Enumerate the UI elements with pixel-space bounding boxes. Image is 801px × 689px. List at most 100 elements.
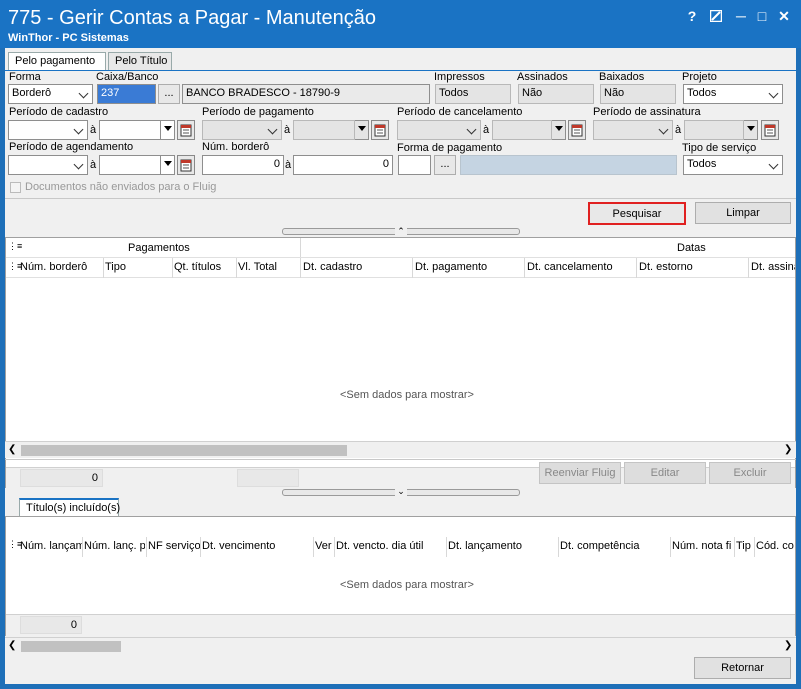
col-num-lancamento[interactable]: Núm. lançam: [20, 540, 82, 552]
col-nf-servico[interactable]: NF serviço: [148, 540, 200, 552]
help-button[interactable]: ?: [682, 6, 702, 26]
col-vl-total[interactable]: Vl. Total: [238, 261, 298, 273]
col-dt-assinatura[interactable]: Dt. assina: [751, 261, 795, 273]
chevron-down-icon: [769, 88, 779, 98]
empty-message: <Sem dados para mostrar>: [340, 579, 474, 591]
minimize-button[interactable]: ─: [731, 6, 751, 26]
col-divider: [82, 537, 83, 557]
chevron-down-icon: [79, 88, 89, 98]
chevron-down-icon[interactable]: ⌄: [395, 486, 407, 496]
col-dt-estorno[interactable]: Dt. estorno: [639, 261, 747, 273]
agendamento-to-date[interactable]: [99, 155, 161, 175]
calendar-icon[interactable]: [568, 120, 586, 140]
tipo-servico-select[interactable]: Todos: [683, 155, 783, 175]
retornar-button[interactable]: Retornar: [694, 657, 791, 679]
band-datas: Datas: [677, 242, 706, 254]
tab-pelo-titulo[interactable]: Pelo Título: [108, 52, 172, 71]
pesquisar-button[interactable]: Pesquisar: [588, 202, 686, 225]
chevron-up-icon[interactable]: ⌃: [395, 226, 407, 236]
scrollbar-thumb[interactable]: [21, 445, 347, 456]
footer-count: 0: [20, 616, 82, 634]
projeto-value: Todos: [687, 87, 717, 99]
col-dt-vencto-dia-util[interactable]: Dt. vencto. dia útil: [336, 540, 444, 552]
cadastro-from-date[interactable]: [8, 120, 88, 140]
col-dt-competencia[interactable]: Dt. competência: [560, 540, 668, 552]
col-dt-pagamento[interactable]: Dt. pagamento: [415, 261, 523, 273]
horizontal-scrollbar[interactable]: ❮ ❯: [5, 637, 796, 654]
num-bordero-label: Núm. borderô: [202, 141, 270, 153]
dropdown-arrow-icon[interactable]: [552, 120, 566, 140]
col-ver[interactable]: Ver: [315, 540, 333, 552]
dropdown-arrow-icon[interactable]: [161, 120, 175, 140]
caixa-lookup-button[interactable]: ...: [158, 84, 180, 104]
col-dt-lancamento[interactable]: Dt. lançamento: [448, 540, 556, 552]
scroll-right-icon[interactable]: ❯: [784, 640, 792, 651]
pagamento-from-date[interactable]: [202, 120, 282, 140]
col-tipo[interactable]: Tipo: [105, 261, 171, 273]
fluig-checkbox-label: Documentos não enviados para o Fluig: [25, 181, 217, 193]
col-dt-vencimento[interactable]: Dt. vencimento: [202, 540, 312, 552]
close-button[interactable]: ✕: [774, 6, 794, 26]
assinatura-from-date[interactable]: [593, 120, 673, 140]
limpar-button[interactable]: Limpar: [695, 202, 791, 224]
col-divider: [236, 258, 237, 278]
cancelamento-from-date[interactable]: [397, 120, 481, 140]
title-bar: 775 - Gerir Contas a Pagar - Manutenção …: [0, 0, 801, 48]
band-line: [6, 257, 795, 258]
reenviar-fluig-button[interactable]: Reenviar Fluig: [539, 462, 621, 484]
col-divider: [313, 537, 314, 557]
assinados-label: Assinados: [517, 71, 568, 83]
col-num-nota-fiscal[interactable]: Núm. nota fi: [672, 540, 733, 552]
forma-select[interactable]: Borderô: [8, 84, 93, 104]
pagamento-to-date[interactable]: [293, 120, 355, 140]
dropdown-arrow-icon[interactable]: [161, 155, 175, 175]
col-tip[interactable]: Tip: [736, 540, 753, 552]
forma-pagamento-code-input[interactable]: [398, 155, 431, 175]
col-num-bordero[interactable]: Núm. borderô: [20, 261, 103, 273]
window-subtitle: WinThor - PC Sistemas: [8, 32, 129, 44]
num-bordero-to-input[interactable]: 0: [293, 155, 393, 175]
col-cod-co[interactable]: Cód. co: [756, 540, 796, 552]
tab-titulos-incluidos[interactable]: Título(s) incluído(s): [19, 498, 120, 517]
a-label: à: [483, 124, 490, 136]
band-pagamentos: Pagamentos: [128, 242, 190, 254]
grid-menu-icon[interactable]: ⋮≡: [8, 241, 22, 252]
editar-button[interactable]: Editar: [624, 462, 706, 484]
periodo-agendamento-label: Período de agendamento: [9, 141, 134, 153]
col-divider: [200, 537, 201, 557]
scroll-left-icon[interactable]: ❮: [8, 640, 16, 651]
dropdown-arrow-icon[interactable]: [744, 120, 758, 140]
calendar-icon[interactable]: [371, 120, 389, 140]
scroll-right-icon[interactable]: ❯: [784, 444, 792, 455]
cancelamento-to-date[interactable]: [492, 120, 552, 140]
forma-pagamento-lookup-button[interactable]: ...: [434, 155, 456, 175]
agendamento-from-date[interactable]: [8, 155, 88, 175]
caixa-name-field: BANCO BRADESCO - 18790-9: [182, 84, 430, 104]
restore-icon-button[interactable]: [706, 6, 726, 26]
scrollbar-thumb[interactable]: [21, 641, 121, 652]
fluig-checkbox[interactable]: [10, 182, 21, 193]
assinatura-to-date[interactable]: [684, 120, 744, 140]
excluir-button[interactable]: Excluir: [709, 462, 791, 484]
maximize-button[interactable]: □: [752, 6, 772, 26]
tab-pelo-pagamento[interactable]: Pelo pagamento: [8, 52, 106, 71]
cadastro-to-date[interactable]: [99, 120, 161, 140]
calendar-icon[interactable]: [761, 120, 779, 140]
horizontal-scrollbar[interactable]: ❮ ❯: [5, 441, 796, 458]
empty-message: <Sem dados para mostrar>: [340, 389, 474, 401]
projeto-select[interactable]: Todos: [683, 84, 783, 104]
col-divider: [103, 258, 104, 278]
col-dt-cancelamento[interactable]: Dt. cancelamento: [527, 261, 635, 273]
calendar-icon[interactable]: [177, 120, 195, 140]
num-bordero-from-input[interactable]: 0: [202, 155, 284, 175]
col-divider: [172, 258, 173, 278]
forma-label: Forma: [9, 71, 41, 83]
scroll-left-icon[interactable]: ❮: [8, 444, 16, 455]
col-dt-cadastro[interactable]: Dt. cadastro: [303, 261, 411, 273]
divider: [5, 198, 796, 199]
calendar-icon[interactable]: [177, 155, 195, 175]
col-qt-titulos[interactable]: Qt. títulos: [174, 261, 234, 273]
caixa-code-input[interactable]: 237: [97, 84, 156, 104]
dropdown-arrow-icon[interactable]: [355, 120, 369, 140]
col-num-lanc-p[interactable]: Núm. lanç. p: [84, 540, 145, 552]
